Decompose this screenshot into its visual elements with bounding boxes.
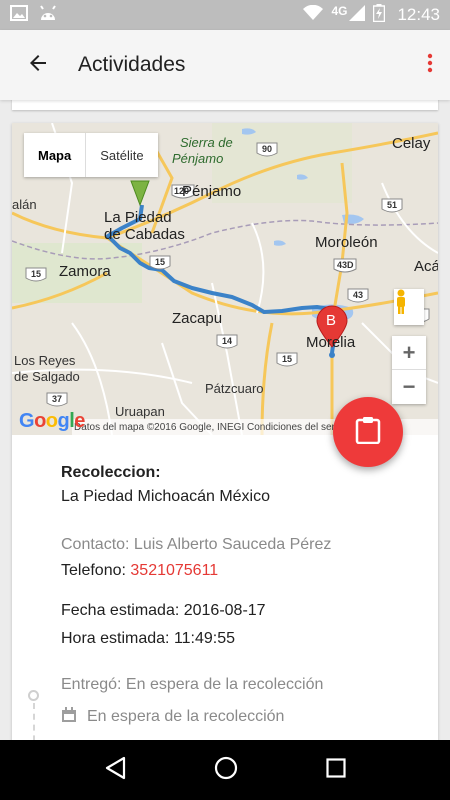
svg-text:15: 15 [155, 257, 165, 267]
pickup-address: La Piedad Michoacán México [61, 488, 271, 505]
system-nav-bar [0, 740, 450, 800]
phone-label: Telefono: [61, 562, 131, 579]
clipboard-icon [355, 416, 381, 449]
map-label: Celay [392, 135, 431, 152]
svg-text:43: 43 [353, 290, 363, 300]
map-label: de Cabadas [104, 226, 185, 243]
map-type-control: Mapa Satélite [24, 133, 158, 177]
calendar-icon [61, 707, 77, 731]
clipboard-fab[interactable] [333, 397, 403, 467]
back-button[interactable] [8, 30, 68, 100]
zoom-out-button[interactable]: − [392, 370, 426, 404]
app-bar: Actividades [0, 30, 450, 100]
map-label: Acár [414, 258, 438, 275]
svg-text:43D: 43D [337, 260, 354, 270]
route-map[interactable]: 90 51 43D 43 15 15 15 14 37 120 2 Sierra… [12, 123, 438, 435]
map-label: Pátzcuaro [205, 381, 264, 396]
activities-list[interactable]: 90 51 43D 43 15 15 15 14 37 120 2 Sierra… [0, 100, 450, 740]
status-bar: 4G 12:43 [0, 0, 450, 30]
svg-text:51: 51 [387, 200, 397, 210]
estimated-date: Fecha estimada: 2016-08-17 [61, 602, 266, 619]
map-label: Zamora [59, 263, 111, 280]
map-label: Moroleón [315, 234, 378, 251]
signal-icon [349, 4, 366, 26]
street-view-button[interactable] [394, 289, 424, 325]
phone-link[interactable]: 3521075611 [130, 562, 218, 579]
svg-text:90: 90 [262, 144, 272, 154]
page-title: Actividades [78, 53, 186, 76]
map-label: Los Reyes [14, 353, 76, 368]
timeline-status: En espera de la recolección [61, 705, 438, 729]
battery-icon [373, 3, 386, 27]
estimated-time: Hora estimada: 11:49:55 [61, 630, 236, 647]
timeline-connector [33, 703, 35, 740]
network-type: 4G [331, 4, 348, 18]
map-label: alán [12, 197, 37, 212]
back-triangle-icon[interactable] [104, 756, 126, 785]
map-label: de Salgado [14, 369, 80, 384]
map-label: Sierra de [180, 135, 233, 150]
map-type-mapa[interactable]: Mapa [24, 133, 85, 177]
android-icon [38, 4, 58, 26]
delivered-status: Entregó: En espera de la recolección [61, 676, 324, 693]
map-label: Pénjamo [182, 183, 242, 200]
home-circle-icon[interactable] [214, 756, 238, 785]
overflow-menu-button[interactable] [410, 30, 450, 100]
google-logo: Google [19, 410, 85, 432]
map-label: Pénjamo [172, 151, 224, 166]
recents-square-icon[interactable] [326, 757, 346, 783]
arrow-back-icon [26, 51, 50, 80]
svg-text:15: 15 [31, 269, 41, 279]
map-label: La Piedad [104, 209, 172, 226]
svg-text:14: 14 [222, 336, 232, 346]
svg-text:15: 15 [282, 354, 292, 364]
image-icon [10, 4, 28, 26]
wifi-icon [303, 4, 324, 26]
map-type-satelite[interactable]: Satélite [85, 133, 157, 177]
zoom-in-button[interactable]: + [392, 336, 426, 370]
previous-card [12, 100, 438, 110]
timeline-dot [28, 690, 39, 701]
more-vert-icon [427, 53, 433, 78]
clock: 12:43 [397, 5, 440, 24]
phone-row: Telefono: 3521075611 [61, 559, 438, 583]
timeline-status-text: En espera de la recolección [87, 708, 285, 725]
zoom-control: + − [392, 336, 426, 404]
contact-name: Contacto: Luis Alberto Sauceda Pérez [61, 536, 332, 553]
activity-details: Recoleccion: La Piedad Michoacán México … [12, 435, 438, 729]
svg-text:37: 37 [52, 394, 62, 404]
map-label: Morelia [306, 334, 356, 351]
marker-b-label: B [326, 312, 337, 329]
map-label: Uruapan [115, 404, 165, 419]
pickup-label: Recoleccion: [61, 464, 161, 481]
map-label: Zacapu [172, 310, 223, 327]
